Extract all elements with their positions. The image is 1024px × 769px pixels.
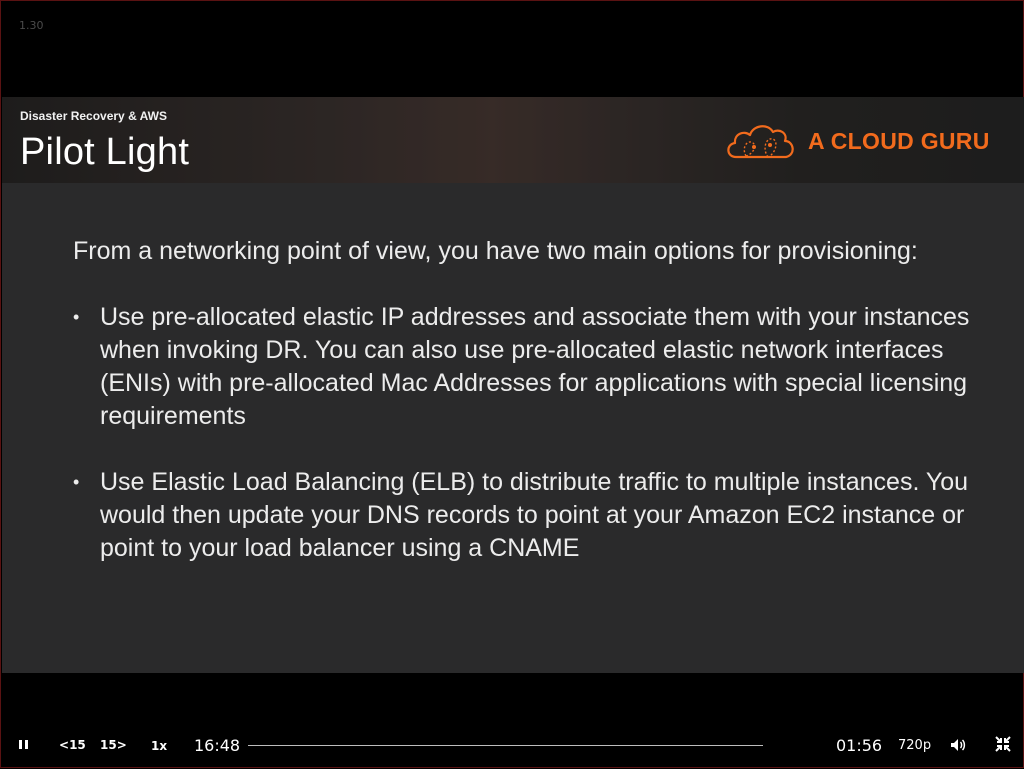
rewind-15-icon: < bbox=[59, 738, 70, 752]
bullet-text: Use Elastic Load Balancing (ELB) to dist… bbox=[100, 468, 969, 562]
exit-fullscreen-button[interactable] bbox=[995, 736, 1011, 752]
pause-button[interactable] bbox=[16, 737, 32, 753]
bullet-text: Use pre-allocated elastic IP addresses a… bbox=[100, 303, 970, 430]
volume-button[interactable] bbox=[949, 736, 967, 754]
rewind-15-button[interactable]: <15 bbox=[59, 738, 86, 752]
slide-body: From a networking point of view, you hav… bbox=[73, 235, 973, 598]
intro-text: From a networking point of view, you hav… bbox=[73, 237, 918, 265]
pause-icon-bar bbox=[25, 740, 28, 749]
exit-fullscreen-icon bbox=[995, 736, 1011, 752]
playback-speed-button[interactable]: 1x bbox=[151, 739, 167, 753]
forward-15-icon: > bbox=[116, 738, 127, 752]
course-title: Disaster Recovery & AWS bbox=[20, 109, 167, 123]
logo-text: A CLOUD GURU bbox=[808, 128, 990, 154]
bullet-marker: • bbox=[73, 472, 80, 492]
bullet-list: • Use pre-allocated elastic IP addresses… bbox=[73, 301, 973, 565]
player-controls: <15 15> 1x 16:48 01:56 720p bbox=[1, 673, 1024, 769]
forward-label: 15 bbox=[100, 738, 117, 752]
volume-icon bbox=[951, 739, 966, 751]
rewind-label: 15 bbox=[69, 738, 86, 752]
cloud-logo-icon bbox=[727, 125, 794, 159]
video-player: 1.30 Disaster Recovery & AWS Pilot Light… bbox=[0, 0, 1024, 768]
remaining-time: 01:56 bbox=[836, 736, 883, 755]
quality-button[interactable]: 720p bbox=[898, 738, 931, 753]
version-label: 1.30 bbox=[19, 19, 44, 32]
pause-icon bbox=[19, 740, 22, 749]
bullet-item: • Use pre-allocated elastic IP addresses… bbox=[73, 301, 973, 433]
bullet-marker: • bbox=[73, 307, 80, 327]
elapsed-time: 16:48 bbox=[194, 736, 241, 755]
slide-title: Pilot Light bbox=[20, 131, 190, 173]
brand-logo: A CLOUD GURU bbox=[724, 119, 1004, 163]
progress-bar[interactable] bbox=[248, 745, 763, 746]
slide-header: Disaster Recovery & AWS Pilot Light A CL… bbox=[2, 97, 1024, 183]
slide: Disaster Recovery & AWS Pilot Light A CL… bbox=[2, 97, 1024, 673]
forward-15-button[interactable]: 15> bbox=[100, 738, 127, 752]
bullet-item: • Use Elastic Load Balancing (ELB) to di… bbox=[73, 466, 973, 565]
